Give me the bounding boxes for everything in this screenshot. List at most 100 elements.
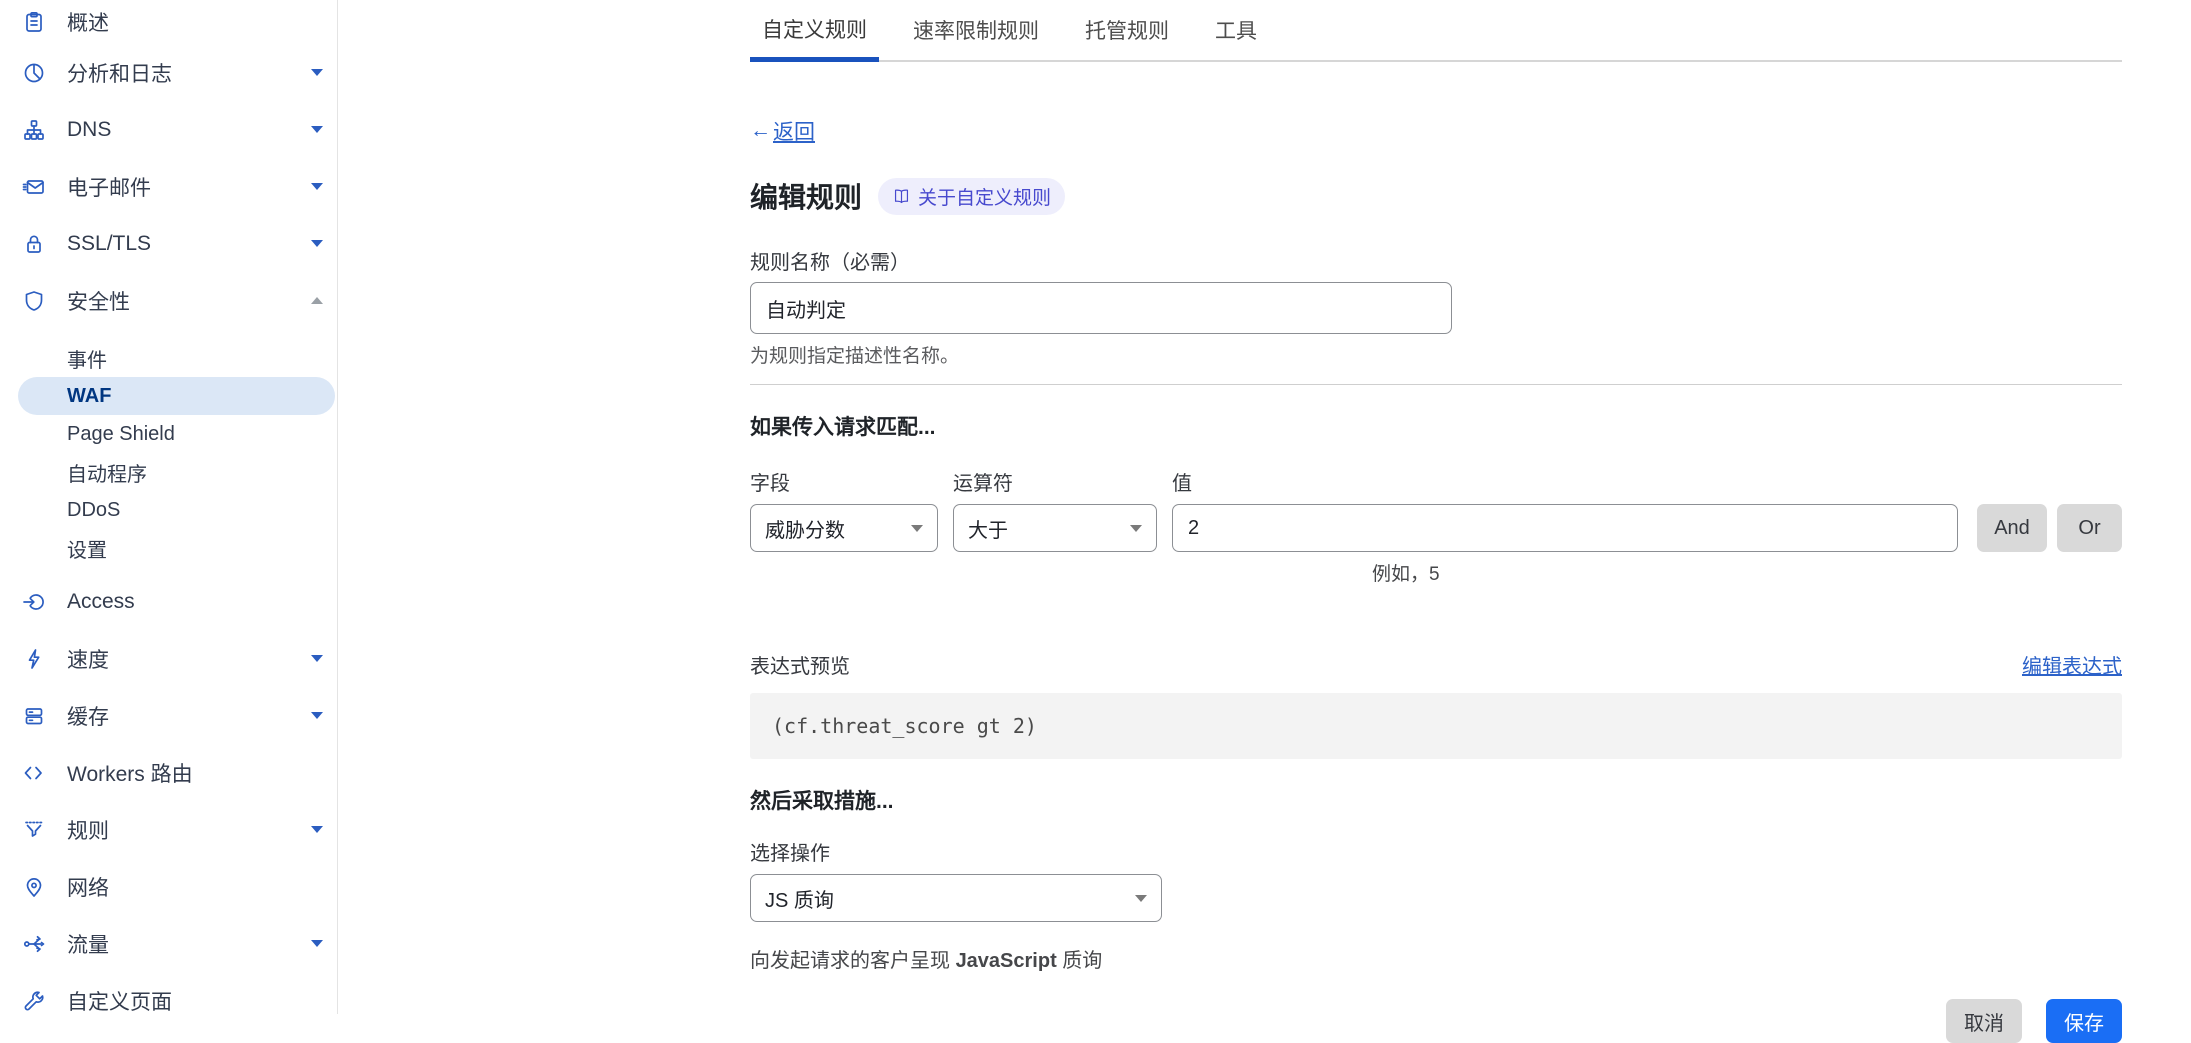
sidebar-item-caching[interactable]: 缓存	[0, 687, 337, 744]
access-icon	[22, 590, 46, 614]
sidebar-item-settings[interactable]: 设置	[0, 529, 337, 567]
rule-name-help: 为规则指定描述性名称。	[750, 341, 2122, 368]
sub-item-label: Page Shield	[67, 423, 175, 446]
sidebar-item-bots[interactable]: 自动程序	[0, 453, 337, 491]
or-button[interactable]: Or	[2057, 504, 2122, 552]
sidebar-item-ddos[interactable]: DDoS	[0, 491, 337, 529]
dns-icon	[22, 118, 46, 142]
sidebar-item-label: 网络	[67, 872, 323, 902]
chevron-down-icon	[311, 240, 323, 247]
condition-row: 威胁分数 大于 And Or	[750, 504, 2122, 552]
tab-rate-limiting-rules[interactable]: 速率限制规则	[901, 0, 1051, 60]
sidebar-item-security[interactable]: 安全性	[0, 272, 337, 329]
sidebar-item-label: 分析和日志	[67, 58, 303, 88]
sidebar-item-email[interactable]: 电子邮件	[0, 158, 337, 215]
analytics-icon	[22, 61, 46, 85]
section-divider	[750, 384, 2122, 385]
value-example-help: 例如，5	[1372, 559, 2122, 586]
sub-item-label: 设置	[67, 534, 107, 563]
badge-label: 关于自定义规则	[918, 183, 1051, 210]
expression-preview-box: (cf.threat_score gt 2)	[750, 693, 2122, 759]
operator-select[interactable]: 大于	[953, 504, 1157, 552]
action-help-text: 向发起请求的客户呈现 JavaScript 质询	[750, 944, 2122, 973]
action-help-suffix: 质询	[1057, 950, 1103, 972]
about-custom-rules-badge[interactable]: 关于自定义规则	[878, 178, 1065, 215]
waf-tab-bar: 自定义规则 速率限制规则 托管规则 工具	[750, 0, 2122, 62]
chevron-down-icon	[911, 525, 923, 532]
security-sub-menu: 事件 WAF Page Shield 自动程序 DDoS 设置	[0, 339, 337, 567]
chevron-down-icon	[1130, 525, 1142, 532]
save-button[interactable]: 保存	[2046, 999, 2122, 1043]
value-input[interactable]	[1172, 504, 1958, 552]
sidebar-item-label: Access	[67, 590, 323, 614]
sidebar-item-events[interactable]: 事件	[0, 339, 337, 377]
page-title: 编辑规则	[750, 176, 862, 216]
sidebar-item-label: 电子邮件	[67, 172, 303, 202]
lock-icon	[22, 232, 46, 256]
sidebar-item-workers-routes[interactable]: Workers 路由	[0, 744, 337, 801]
action-help-bold: JavaScript	[956, 950, 1057, 972]
rule-name-input[interactable]	[750, 282, 1452, 334]
action-section-heading: 然后采取措施...	[750, 785, 2122, 815]
chevron-down-icon	[1135, 895, 1147, 902]
cache-icon	[22, 704, 46, 728]
match-section-heading: 如果传入请求匹配...	[750, 411, 2122, 441]
expression-header-row: 表达式预览 编辑表达式	[750, 650, 2122, 679]
cancel-button[interactable]: 取消	[1946, 999, 2022, 1043]
sidebar-item-label: Workers 路由	[67, 758, 323, 788]
back-link[interactable]: 返回	[773, 116, 815, 146]
sidebar-item-traffic[interactable]: 流量	[0, 915, 337, 972]
tab-tools[interactable]: 工具	[1203, 0, 1269, 60]
chevron-up-icon	[311, 297, 323, 304]
sidebar-item-label: DNS	[67, 118, 303, 142]
sidebar-item-label: 流量	[67, 929, 303, 959]
email-icon	[22, 175, 46, 199]
chevron-down-icon	[311, 69, 323, 76]
tab-managed-rules[interactable]: 托管规则	[1073, 0, 1181, 60]
wrench-icon	[22, 989, 46, 1013]
share-icon	[22, 932, 46, 956]
condition-labels-row: 字段 运算符 值	[750, 467, 2122, 496]
sidebar-item-label: 安全性	[67, 286, 303, 316]
field-select[interactable]: 威胁分数	[750, 504, 938, 552]
edit-expression-link[interactable]: 编辑表达式	[2022, 650, 2122, 679]
sidebar-item-rules[interactable]: 规则	[0, 801, 337, 858]
chevron-down-icon	[311, 826, 323, 833]
sidebar-item-analytics[interactable]: 分析和日志	[0, 44, 337, 101]
and-button[interactable]: And	[1977, 504, 2047, 552]
page-header: 编辑规则 关于自定义规则	[750, 176, 2122, 216]
pin-icon	[22, 875, 46, 899]
chevron-down-icon	[311, 183, 323, 190]
action-select[interactable]: JS 质询	[750, 874, 1162, 922]
sidebar-item-overview[interactable]: 概述	[0, 0, 337, 44]
back-row: ← 返回	[750, 116, 2122, 146]
sidebar-item-label: 概述	[67, 7, 323, 37]
sidebar-item-label: 缓存	[67, 701, 303, 731]
sidebar-item-dns[interactable]: DNS	[0, 101, 337, 158]
sidebar-item-waf[interactable]: WAF	[18, 377, 335, 415]
back-arrow-icon: ←	[750, 119, 771, 143]
sidebar-item-access[interactable]: Access	[0, 573, 337, 630]
tab-custom-rules[interactable]: 自定义规则	[750, 0, 879, 62]
chevron-down-icon	[311, 940, 323, 947]
sidebar-item-ssl-tls[interactable]: SSL/TLS	[0, 215, 337, 272]
clipboard-icon	[22, 10, 46, 34]
sidebar-item-speed[interactable]: 速度	[0, 630, 337, 687]
sidebar-item-label: 规则	[67, 815, 303, 845]
book-icon	[892, 187, 911, 206]
sub-item-label: 事件	[67, 344, 107, 373]
shield-icon	[22, 289, 46, 313]
field-select-value: 威胁分数	[765, 514, 845, 543]
bolt-icon	[22, 647, 46, 671]
sidebar-item-page-shield[interactable]: Page Shield	[0, 415, 337, 453]
sidebar-item-label: SSL/TLS	[67, 232, 303, 256]
sidebar-item-network[interactable]: 网络	[0, 858, 337, 915]
value-label: 值	[1172, 467, 1192, 496]
chevron-down-icon	[311, 655, 323, 662]
operator-select-value: 大于	[968, 514, 1008, 543]
sidebar: 概述 分析和日志 DNS 电子邮件 SSL/TLS 安全性	[0, 0, 338, 1014]
operator-label: 运算符	[953, 467, 1172, 496]
action-select-value: JS 质询	[765, 884, 834, 913]
sidebar-item-custom-pages[interactable]: 自定义页面	[0, 972, 337, 1029]
expression-preview-label: 表达式预览	[750, 650, 850, 679]
